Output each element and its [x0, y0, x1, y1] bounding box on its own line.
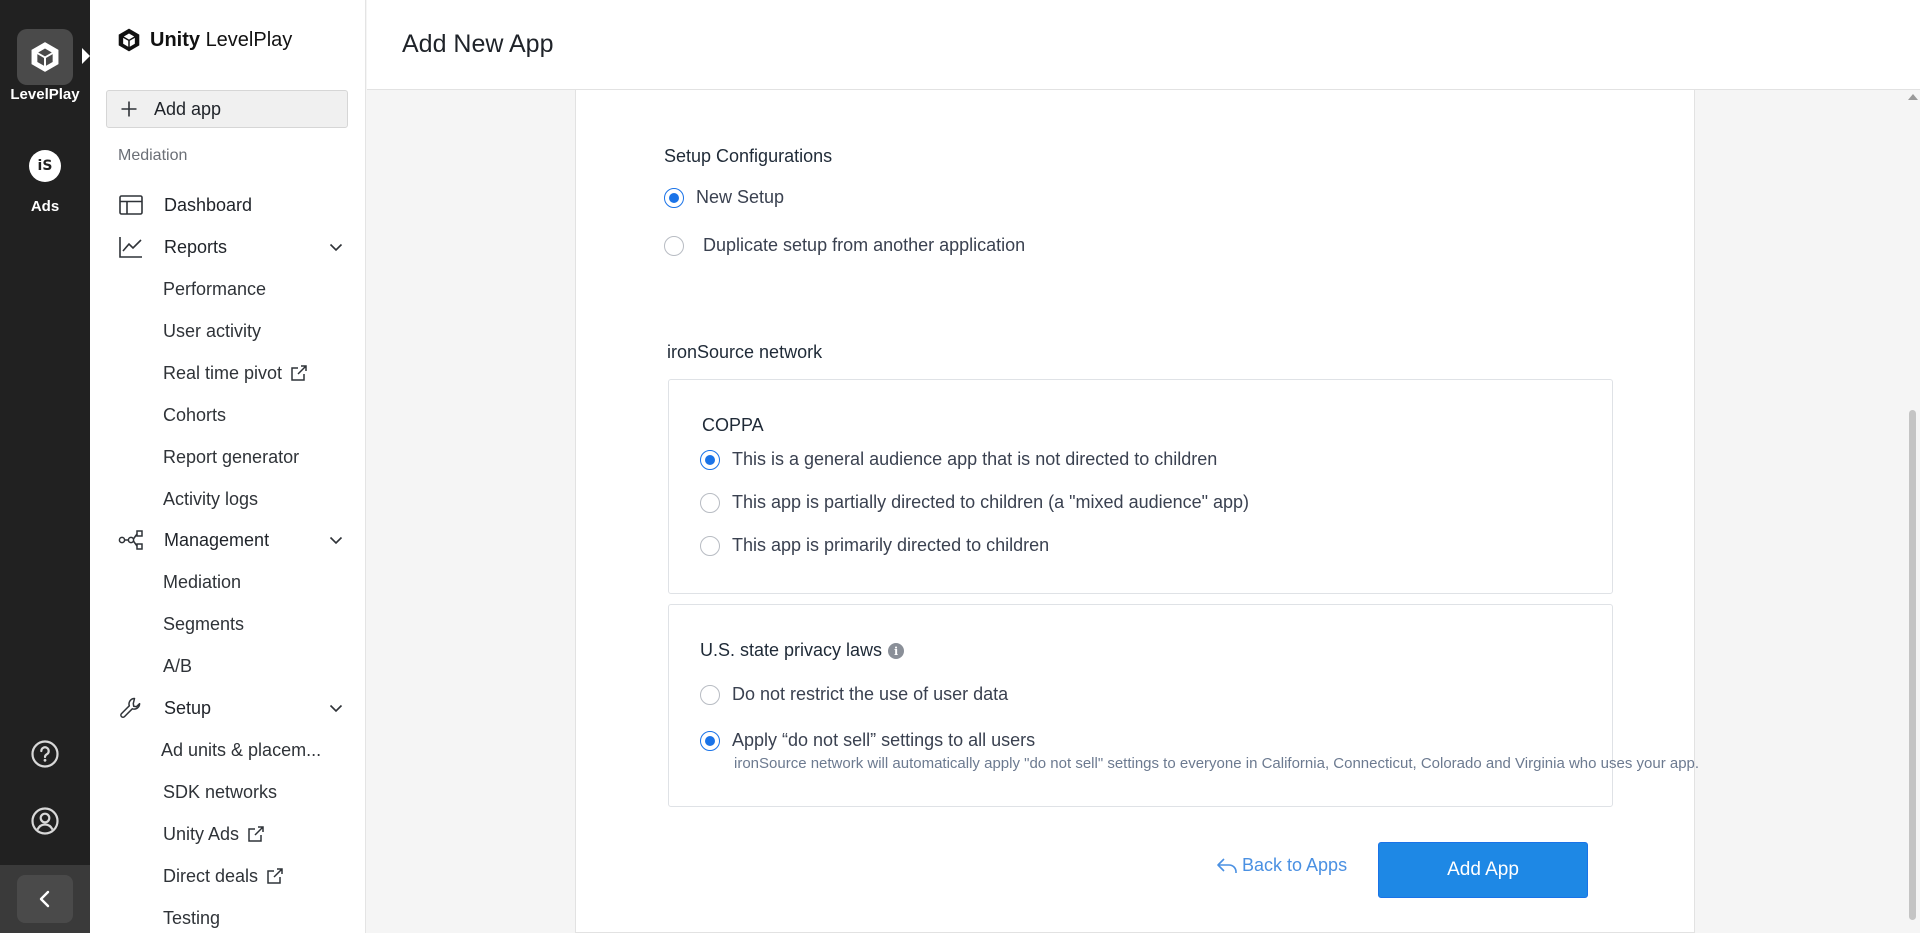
sidebar-item-performance[interactable]: Performance	[163, 274, 266, 304]
back-to-apps-link[interactable]: Back to Apps	[1216, 855, 1347, 876]
external-link-icon	[291, 365, 307, 381]
sidebar-navigation: Unity LevelPlay Add app Mediation Dashbo…	[90, 0, 366, 933]
add-app-form: Setup Configurations New Setup Duplicate…	[575, 90, 1699, 933]
radio-coppa-children[interactable]: This app is primarily directed to childr…	[700, 535, 1049, 556]
page-title: Add New App	[402, 30, 554, 58]
radio-button[interactable]	[700, 535, 720, 556]
radio-duplicate-setup[interactable]: Duplicate setup from another application	[664, 235, 1025, 256]
coppa-section: COPPA This is a general audience app tha…	[668, 379, 1613, 594]
sidebar-item-setup[interactable]: Setup	[118, 691, 344, 725]
chevron-down-icon[interactable]	[328, 532, 344, 548]
sidebar-item-testing[interactable]: Testing	[163, 903, 220, 933]
info-icon[interactable]: i	[888, 643, 905, 660]
logo-product: LevelPlay	[205, 28, 293, 51]
radio-button[interactable]	[664, 235, 684, 256]
question-circle-icon[interactable]	[28, 737, 62, 771]
scrollbar-thumb[interactable]	[1909, 410, 1916, 920]
logo-brand: Unity	[150, 28, 200, 51]
chevron-left-icon	[39, 890, 50, 908]
do-not-sell-helper-text: ironSource network will automatically ap…	[734, 755, 1700, 772]
unity-logo-icon	[31, 42, 59, 72]
sidebar-item-cohorts[interactable]: Cohorts	[163, 400, 226, 430]
reply-arrow-icon	[1217, 857, 1237, 873]
chevron-down-icon[interactable]	[328, 239, 344, 255]
sidebar-scrollbar[interactable]	[365, 140, 366, 630]
plus-icon	[121, 101, 137, 117]
sidebar-item-direct-deals[interactable]: Direct deals	[163, 861, 284, 891]
us-privacy-label: U.S. state privacy laws i	[700, 640, 905, 661]
add-app-button[interactable]: Add app	[106, 90, 348, 128]
sidebar-item-reports[interactable]: Reports	[118, 230, 344, 264]
radio-button[interactable]	[700, 730, 720, 751]
ironsource-network-label: ironSource network	[667, 342, 823, 362]
radio-coppa-general[interactable]: This is a general audience app that is n…	[700, 449, 1217, 470]
setup-configurations-label: Setup Configurations	[664, 146, 833, 166]
levelplay-label: LevelPlay	[10, 86, 80, 103]
ironsource-ads-icon[interactable]: iS	[29, 150, 61, 182]
sidebar-item-segments[interactable]: Segments	[163, 609, 244, 639]
radio-new-setup[interactable]: New Setup	[664, 187, 784, 208]
sidebar-item-mediation[interactable]: Mediation	[163, 567, 241, 597]
ads-label[interactable]: Ads	[0, 198, 90, 215]
sidebar-collapse-area	[0, 865, 90, 933]
add-app-label: Add app	[154, 98, 222, 119]
page-scrollbar[interactable]	[1905, 90, 1920, 933]
line-chart-icon	[118, 234, 144, 260]
nav-section-mediation: Mediation	[118, 147, 188, 164]
network-nodes-icon	[118, 527, 144, 553]
sidebar-item-unity-ads[interactable]: Unity Ads	[163, 819, 265, 849]
radio-button[interactable]	[700, 684, 720, 705]
product-rail: LevelPlay iS Ads	[0, 0, 90, 933]
sidebar-item-report-generator[interactable]: Report generator	[163, 442, 299, 472]
radio-button[interactable]	[664, 187, 684, 208]
sidebar-item-activity-logs[interactable]: Activity logs	[163, 484, 258, 514]
add-app-submit-button[interactable]: Add App	[1378, 842, 1588, 898]
active-indicator	[82, 48, 90, 64]
unity-levelplay-logo[interactable]: Unity LevelPlay	[116, 27, 292, 53]
dashboard-icon	[118, 192, 144, 218]
user-circle-icon[interactable]	[28, 804, 62, 838]
sidebar-item-user-activity[interactable]: User activity	[163, 316, 261, 346]
coppa-label: COPPA	[702, 415, 764, 435]
external-link-icon	[267, 868, 283, 884]
radio-coppa-mixed[interactable]: This app is partially directed to childr…	[700, 492, 1249, 513]
sidebar-item-sdk-networks[interactable]: SDK networks	[163, 777, 277, 807]
sidebar-item-ad-units[interactable]: Ad units & placem...	[161, 735, 321, 765]
radio-privacy-do-not-sell[interactable]: Apply “do not sell” settings to all user…	[700, 730, 1035, 751]
collapse-sidebar-button[interactable]	[17, 875, 73, 923]
radio-button[interactable]	[700, 492, 720, 513]
chevron-down-icon[interactable]	[328, 700, 344, 716]
page-header: Add New App	[367, 0, 1920, 90]
levelplay-product-button[interactable]	[17, 29, 73, 85]
unity-logo-icon	[118, 28, 140, 52]
scroll-up-arrow-icon[interactable]	[1908, 94, 1918, 100]
radio-button[interactable]	[700, 449, 720, 470]
radio-privacy-no-restrict[interactable]: Do not restrict the use of user data	[700, 684, 1008, 705]
sidebar-item-real-time-pivot[interactable]: Real time pivot	[163, 358, 308, 388]
us-privacy-section: U.S. state privacy laws i Do not restrict…	[668, 604, 1699, 807]
wrench-icon	[118, 695, 144, 721]
sidebar-item-dashboard[interactable]: Dashboard	[118, 188, 344, 222]
sidebar-item-ab[interactable]: A/B	[163, 651, 192, 681]
external-link-icon	[248, 826, 264, 842]
sidebar-item-management[interactable]: Management	[118, 523, 344, 557]
